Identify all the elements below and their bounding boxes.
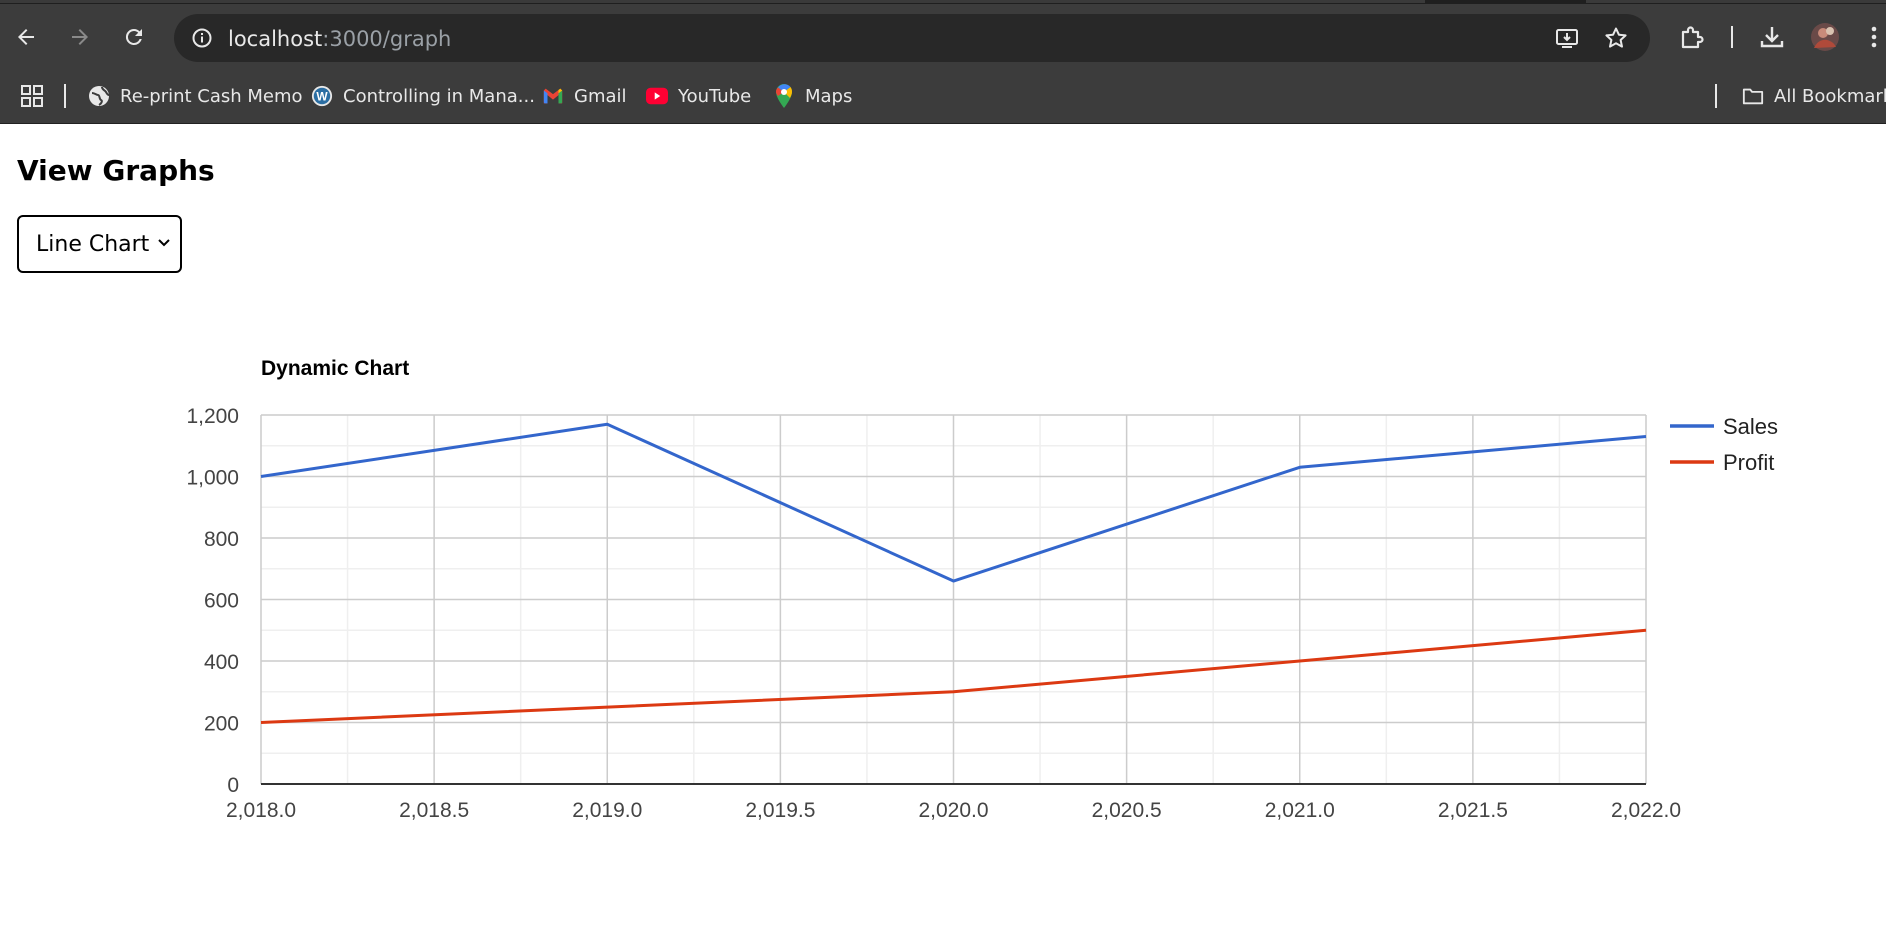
- x-tick-label: 2,018.5: [399, 799, 469, 822]
- more-vert-icon: [1871, 26, 1877, 48]
- line-chart: 2,018.0 2,018.5 2,019.0 2,019.5 2,020.0 2,020…: [186, 357, 1778, 822]
- bookmark-label: Re-print Cash Memo: [120, 85, 303, 107]
- bookmark-label: Gmail: [574, 85, 627, 107]
- all-bookmarks-button[interactable]: All Bookmarks: [1742, 80, 1886, 112]
- profile-avatar-button[interactable]: [1805, 17, 1845, 57]
- bookmarks-bar: Re-print Cash Memo W Controlling in Mana…: [0, 70, 1886, 124]
- x-tick-label: 2,018.0: [226, 799, 296, 822]
- x-tick-label: 2,019.5: [745, 799, 815, 822]
- back-button[interactable]: [6, 17, 46, 57]
- bookmark-label: Controlling in Mana...: [343, 85, 535, 107]
- forward-button[interactable]: [60, 17, 100, 57]
- chart-title: Dynamic Chart: [261, 357, 409, 380]
- x-tick-label: 2,021.0: [1265, 799, 1335, 822]
- back-arrow-icon: [18, 29, 34, 45]
- legend-label-profit: Profit: [1723, 450, 1774, 475]
- y-tick-label: 1,000: [186, 467, 239, 490]
- x-tick-label: 2,020.5: [1092, 799, 1162, 822]
- youtube-icon: [646, 85, 668, 107]
- bookmark-reprint-cash-memo[interactable]: Re-print Cash Memo: [88, 80, 303, 112]
- url-text[interactable]: localhost:3000/graph: [228, 27, 451, 51]
- y-tick-label: 800: [204, 528, 239, 551]
- x-tick-label: 2,021.5: [1438, 799, 1508, 822]
- wordpress-icon: W: [311, 85, 333, 107]
- folder-icon: [1742, 85, 1764, 107]
- install-app-icon[interactable]: [1551, 22, 1583, 54]
- y-tick-label: 1,200: [186, 405, 239, 428]
- bookmark-star-icon[interactable]: [1600, 22, 1632, 54]
- bookmarks-divider: [1715, 84, 1717, 108]
- bookmark-controlling-in-mana[interactable]: W Controlling in Mana...: [311, 80, 535, 112]
- reload-icon: [125, 28, 142, 45]
- avatar: [1811, 23, 1839, 51]
- forward-arrow-icon: [72, 29, 88, 45]
- y-tick-label: 200: [204, 713, 239, 736]
- toolbar-divider: [1731, 26, 1733, 48]
- apps-grid-icon: [21, 85, 43, 107]
- all-bookmarks-label: All Bookmarks: [1774, 85, 1886, 107]
- apps-button[interactable]: [20, 80, 44, 112]
- downloads-button[interactable]: [1752, 17, 1792, 57]
- legend-label-sales: Sales: [1723, 414, 1778, 439]
- bookmark-label: Maps: [805, 85, 853, 107]
- browser-menu-button[interactable]: [1862, 17, 1886, 57]
- x-tick-label: 2,019.0: [572, 799, 642, 822]
- x-tick-label: 2,022.0: [1611, 799, 1681, 822]
- bookmark-label: YouTube: [678, 85, 752, 107]
- active-tab-edge: [0, 0, 1425, 3]
- url-host: localhost: [228, 27, 323, 51]
- address-bar[interactable]: localhost:3000/graph: [174, 14, 1650, 62]
- gmail-icon: [542, 85, 564, 107]
- url-path: :3000/graph: [322, 27, 452, 51]
- browser-toolbar: localhost:3000/graph: [0, 4, 1886, 70]
- globe-icon: [88, 85, 110, 107]
- page-content: View Graphs Line Chart 2,018.0 2,018.5 2,0…: [0, 124, 1886, 943]
- bookmark-maps[interactable]: Maps: [773, 80, 852, 112]
- puzzle-icon: [1681, 26, 1704, 49]
- reload-button[interactable]: [114, 17, 154, 57]
- site-info-icon[interactable]: [186, 22, 218, 54]
- bookmarks-divider: [64, 84, 66, 108]
- y-tick-label: 600: [204, 590, 239, 613]
- bookmark-youtube[interactable]: YouTube: [646, 80, 751, 112]
- bookmark-gmail[interactable]: Gmail: [542, 80, 627, 112]
- maps-icon: [773, 84, 795, 108]
- y-tick-label: 400: [204, 651, 239, 674]
- y-tick-label: 0: [227, 774, 239, 797]
- extensions-button[interactable]: [1672, 17, 1712, 57]
- inactive-tab-edge: [1586, 0, 1886, 3]
- svg-text:W: W: [316, 90, 328, 104]
- x-tick-label: 2,020.0: [918, 799, 988, 822]
- download-icon: [1760, 27, 1784, 48]
